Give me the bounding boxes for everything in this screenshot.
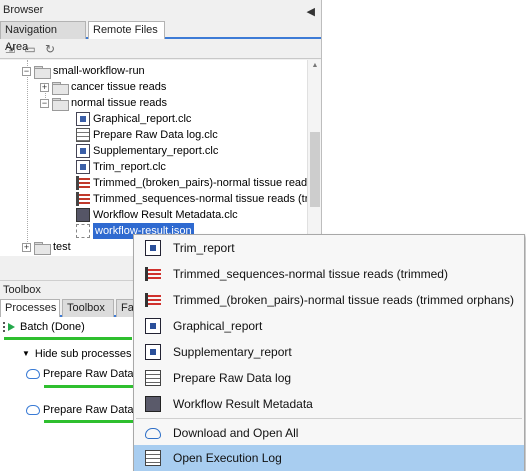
process-label: Prepare Raw Data (43, 368, 134, 380)
tree-item-workflow-run[interactable]: − small-workflow-run (22, 63, 145, 79)
collapse-toggle-icon[interactable]: − (40, 98, 49, 108)
tree-label: Trim_report.clc (93, 161, 166, 173)
menu-label: Trimmed_sequences-normal tissue reads (t… (173, 267, 448, 281)
menu-item-download-open-all[interactable]: Download and Open All (134, 420, 524, 446)
triangle-down-icon: ▼ (22, 349, 30, 358)
folder-icon (34, 241, 51, 255)
tree-label: cancer tissue reads (71, 81, 167, 93)
batch-run-icon (3, 320, 17, 334)
menu-label: Graphical_report (173, 319, 263, 333)
tree-label: normal tissue reads (71, 97, 167, 109)
tree-item-cancer[interactable]: + cancer tissue reads (40, 79, 166, 95)
tree-item-normal[interactable]: − normal tissue reads (40, 95, 167, 111)
tree-label: Workflow Result Metadata.clc (93, 209, 238, 221)
menu-item-trimmed-broken-pairs[interactable]: Trimmed_(broken_pairs)-normal tissue rea… (134, 287, 524, 313)
sequence-list-icon (145, 293, 161, 307)
scroll-thumb[interactable] (310, 132, 320, 207)
menu-label: Trim_report (173, 241, 235, 255)
browser-title-bar: Browser ◀ (0, 0, 321, 20)
json-file-icon (76, 224, 90, 238)
tree-label: Prepare Raw Data log.clc (93, 129, 218, 141)
cloud-icon (26, 405, 40, 415)
tab-processes[interactable]: Processes (0, 299, 60, 317)
folder-open-icon (52, 97, 69, 111)
menu-label: Open Execution Log (173, 451, 282, 465)
tree-item-file[interactable]: Trimmed_sequences-normal tissue reads (t… (76, 191, 311, 207)
menu-label: Workflow Result Metadata (173, 397, 313, 411)
tree-item-file[interactable]: Prepare Raw Data log.clc (76, 127, 218, 143)
table-icon (145, 450, 161, 466)
process-progress-bar (44, 385, 134, 388)
table-icon (76, 128, 90, 142)
menu-item-prepare-raw-data-log[interactable]: Prepare Raw Data log (134, 365, 524, 391)
menu-label: Download and Open All (173, 426, 299, 440)
tab-navigation-area[interactable]: Navigation Area (0, 21, 86, 53)
process-item[interactable]: Prepare Raw Data (26, 366, 134, 382)
menu-item-supplementary-report[interactable]: Supplementary_report (134, 339, 524, 365)
tree-label: Graphical_report.clc (93, 113, 192, 125)
sequence-list-icon (145, 267, 161, 281)
menu-item-trimmed-sequences[interactable]: Trimmed_sequences-normal tissue reads (t… (134, 261, 524, 287)
tree-item-file[interactable]: Graphical_report.clc (76, 111, 191, 127)
process-progress-bar (44, 420, 134, 423)
collapse-toggle-icon[interactable]: − (22, 66, 31, 76)
process-label: Batch (Done) (20, 321, 85, 333)
cloud-download-icon (145, 427, 161, 439)
metadata-icon (76, 208, 90, 222)
tree-label: Trimmed_sequences-normal tissue reads (t… (93, 193, 311, 205)
menu-item-workflow-result-metadata[interactable]: Workflow Result Metadata (134, 391, 524, 417)
report-icon (76, 144, 90, 158)
menu-label: Trimmed_(broken_pairs)-normal tissue rea… (173, 293, 514, 307)
menu-label: Prepare Raw Data log (173, 371, 292, 385)
report-icon (145, 318, 161, 334)
menu-item-trim-report[interactable]: Trim_report (134, 235, 524, 261)
folder-open-icon (34, 65, 51, 79)
refresh-icon[interactable]: ↻ (43, 42, 57, 56)
file-tree: − small-workflow-run + cancer tissue rea… (0, 60, 321, 256)
browser-toolbar: ⇲ ▭ ↻ (0, 39, 321, 59)
sequence-list-icon (76, 192, 90, 206)
process-label: Prepare Raw Data (43, 404, 134, 416)
tree-label: Supplementary_report.clc (93, 145, 219, 157)
tab-remote-files[interactable]: Remote Files (88, 21, 165, 39)
browser-title: Browser (3, 4, 44, 16)
batch-progress-bar (4, 337, 132, 340)
tree-label: Trimmed_(broken_pairs)-normal tissue rea… (93, 177, 313, 189)
process-batch[interactable]: Batch (Done) (3, 319, 85, 335)
tab-toolbox[interactable]: Toolbox (62, 299, 114, 317)
tree-item-file[interactable]: Supplementary_report.clc (76, 143, 218, 159)
tree-label: small-workflow-run (53, 65, 145, 77)
menu-item-graphical-report[interactable]: Graphical_report (134, 313, 524, 339)
collapse-panel-icon[interactable]: ◀ (307, 2, 315, 22)
report-icon (145, 344, 161, 360)
metadata-icon (145, 396, 161, 412)
tree-item-file[interactable]: Trimmed_(broken_pairs)-normal tissue rea… (76, 175, 313, 191)
folder-icon (52, 81, 69, 95)
tree-item-test[interactable]: + test (22, 239, 71, 255)
expand-toggle-icon[interactable]: + (22, 242, 31, 252)
tree-item-file[interactable]: Workflow Result Metadata.clc (76, 207, 238, 223)
browser-tabbar: Navigation Area Remote Files (0, 20, 321, 53)
menu-label: Supplementary_report (173, 345, 292, 359)
tree-item-file[interactable]: Trim_report.clc (76, 159, 166, 175)
context-menu: Trim_report Trimmed_sequences-normal tis… (133, 234, 525, 471)
expand-toggle-icon[interactable]: + (40, 82, 49, 92)
tree-label: test (53, 241, 71, 253)
hide-sub-processes[interactable]: ▼ Hide sub processes (22, 346, 132, 362)
hide-sub-label: Hide sub processes (34, 348, 132, 360)
tree-scrollbar[interactable]: ▲ ▼ (307, 60, 321, 256)
process-item[interactable]: Prepare Raw Data (26, 402, 134, 418)
sequence-list-icon (76, 176, 90, 190)
cloud-icon (26, 369, 40, 379)
scroll-up-icon[interactable]: ▲ (308, 60, 321, 72)
report-icon (76, 112, 90, 126)
table-icon (145, 370, 161, 386)
report-icon (145, 240, 161, 256)
report-icon (76, 160, 90, 174)
menu-separator (136, 418, 522, 419)
menu-item-open-execution-log[interactable]: Open Execution Log (134, 445, 524, 471)
